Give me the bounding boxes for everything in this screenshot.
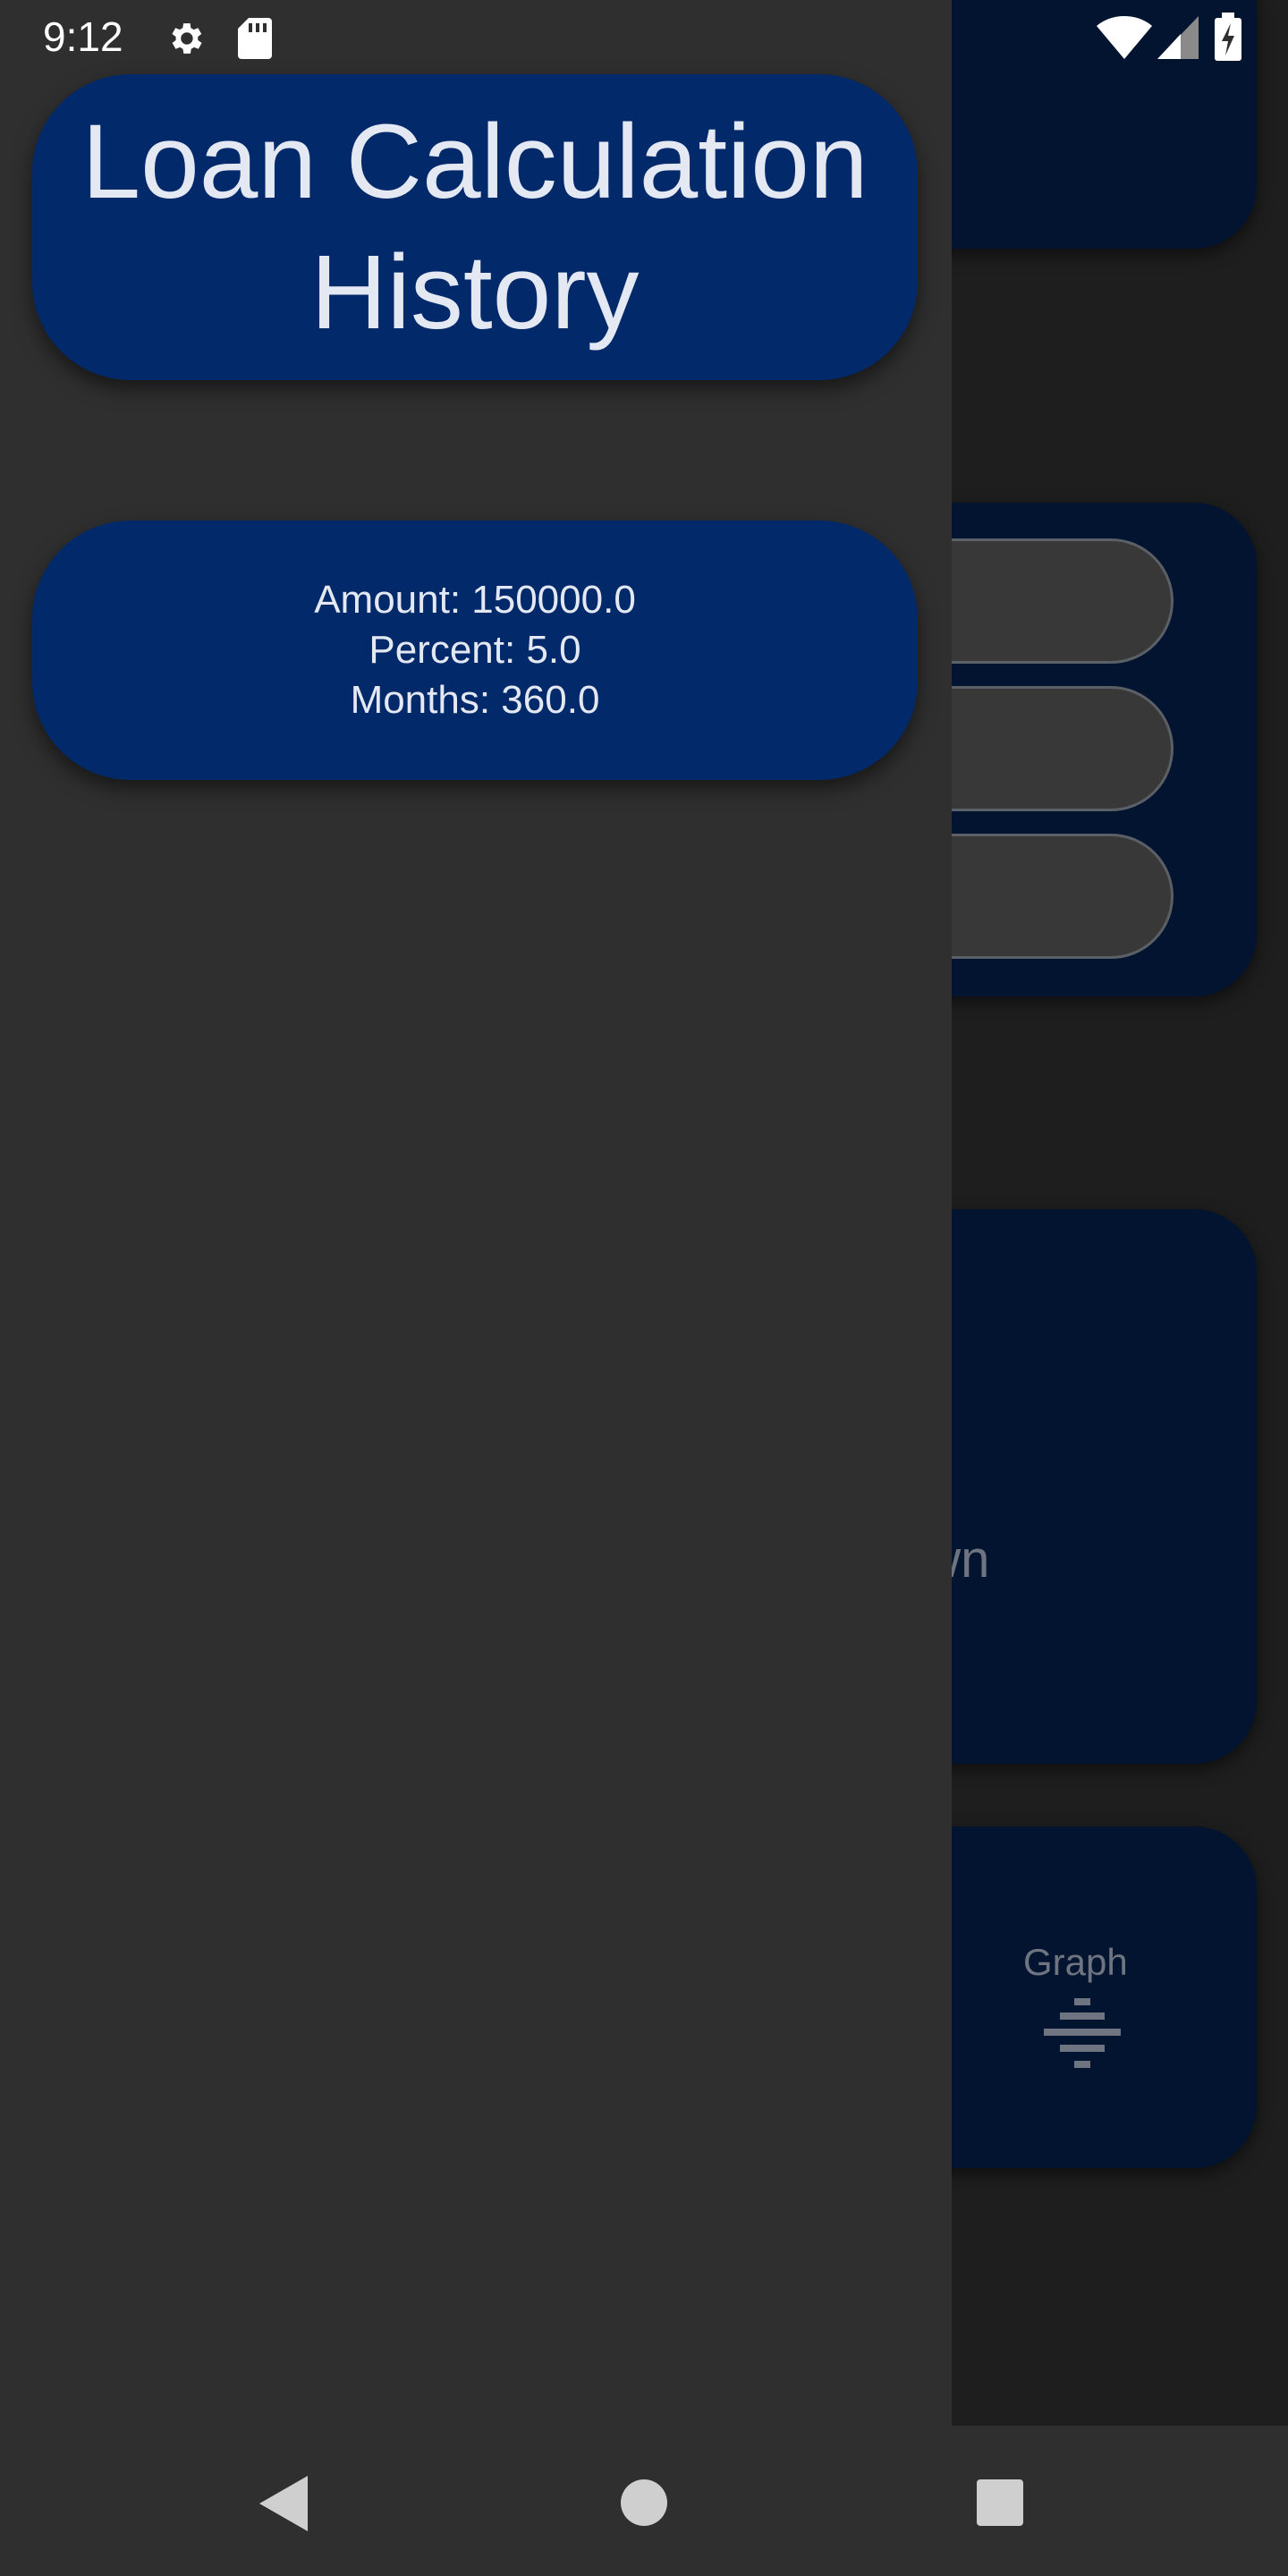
back-icon[interactable] [259, 2476, 308, 2531]
history-months: Months: 360.0 [350, 678, 600, 722]
history-entry[interactable]: Amount: 150000.0 Percent: 5.0 Months: 36… [32, 521, 918, 780]
graph-icon [1044, 1998, 1121, 2068]
history-drawer: Loan Calculation History Amount: 150000.… [0, 0, 952, 2426]
recents-icon[interactable] [977, 2479, 1023, 2526]
drawer-title-card: Loan Calculation History [32, 74, 918, 380]
history-percent: Percent: 5.0 [369, 628, 581, 672]
drawer-title: Loan Calculation History [81, 103, 869, 352]
history-amount: Amount: 150000.0 [314, 578, 636, 622]
graph-label: Graph [1023, 1941, 1128, 1983]
navigation-bar [0, 2426, 1288, 2576]
home-icon[interactable] [621, 2479, 667, 2526]
